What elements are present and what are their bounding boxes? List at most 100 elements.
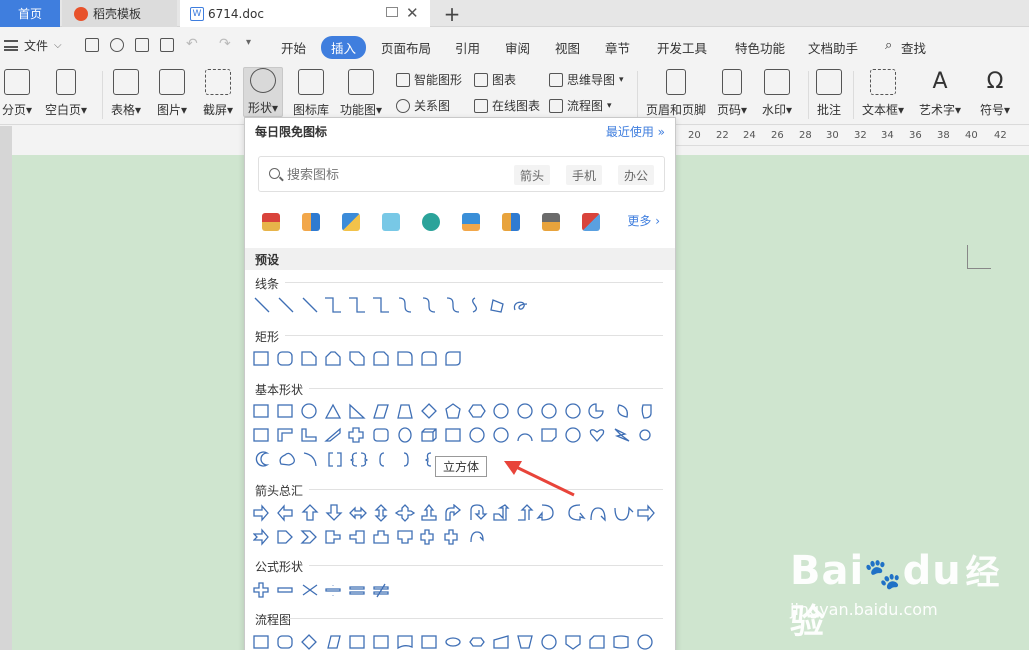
curved-up-arrow-shape[interactable] (590, 507, 606, 522)
comment-button[interactable]: 批注 (816, 69, 842, 118)
left-right-arrow-callout-shape[interactable] (420, 529, 434, 545)
trapezoid-shape[interactable] (397, 404, 413, 419)
can-shape[interactable] (398, 427, 412, 443)
chip-phone[interactable]: 手机 (566, 165, 603, 185)
vertical-text-box-shape[interactable] (277, 404, 293, 418)
flowchart-preparation-shape[interactable] (469, 637, 485, 647)
round-single-corner-rectangle-shape[interactable] (397, 351, 413, 366)
heart-shape[interactable] (589, 429, 605, 442)
online-chart-button[interactable]: 在线图表 (474, 97, 540, 114)
curved-double-arrow-connector-shape[interactable] (446, 297, 460, 313)
curved-connector-shape[interactable] (398, 297, 412, 313)
heptagon-shape[interactable] (493, 403, 509, 419)
no-symbol-shape[interactable] (493, 427, 509, 443)
sun-shape[interactable] (639, 429, 651, 441)
minus-shape[interactable] (277, 587, 293, 593)
cube-shape[interactable] (421, 428, 437, 442)
chip-arrow[interactable]: 箭头 (514, 165, 551, 185)
striped-right-arrow-shape[interactable] (637, 504, 655, 522)
print-preview-icon[interactable] (160, 38, 174, 52)
double-brace-shape[interactable] (350, 452, 368, 467)
octagon-shape[interactable] (517, 403, 533, 419)
pie-shape[interactable] (588, 403, 604, 419)
flowchart-manual-operation-shape[interactable] (517, 635, 533, 649)
diagonal-stripe-shape[interactable] (324, 427, 341, 442)
circular-arrow-shape[interactable] (470, 531, 484, 543)
undo-icon[interactable]: ↶ (186, 36, 198, 52)
symbol-button[interactable]: Ω 符号▾ (980, 69, 1010, 118)
lightning-bolt-shape[interactable] (614, 428, 630, 442)
menu-insert[interactable]: 插入 (321, 36, 367, 59)
redo-icon[interactable]: ↷ (219, 36, 231, 52)
chord-shape[interactable] (617, 404, 628, 418)
block-arc-shape[interactable] (517, 433, 533, 442)
flowchart-button[interactable]: 流程图 ▾ (549, 97, 612, 114)
smart-art-button[interactable]: 智能图形 (396, 71, 462, 88)
function-chart-button[interactable]: 功能图▾ (340, 69, 382, 118)
menu-review[interactable]: 审阅 (505, 38, 530, 57)
pen-tool-icon[interactable] (342, 213, 360, 231)
freeform-shape[interactable] (490, 299, 504, 313)
package-icon[interactable] (582, 213, 600, 231)
flowchart-summing-junction-shape[interactable] (637, 634, 653, 650)
curved-right-arrow-shape[interactable] (536, 504, 554, 521)
mind-map-button[interactable]: 思维导图 ▾ (549, 71, 624, 88)
left-arrow-callout-shape[interactable] (349, 530, 365, 544)
shape-button[interactable]: 形状▾ (243, 67, 284, 117)
moon-shape[interactable] (255, 451, 270, 467)
flowchart-document-shape[interactable] (397, 635, 413, 650)
scientist-icon[interactable] (542, 213, 560, 231)
tab-document[interactable]: W 6714.doc ✕ (180, 0, 430, 27)
left-up-arrow-shape[interactable] (493, 504, 510, 521)
chevron-shape[interactable] (300, 530, 317, 544)
half-frame-shape[interactable] (277, 428, 293, 442)
cross-shape[interactable] (348, 427, 364, 443)
scribble-shape[interactable] (513, 301, 528, 311)
flowchart-alternate-process-shape[interactable] (277, 635, 293, 649)
snip-same-side-rectangle-shape[interactable] (325, 351, 341, 366)
bent-up-arrow-shape[interactable] (518, 504, 534, 521)
flowchart-multidocument-shape[interactable] (421, 635, 437, 649)
menu-doc-assistant[interactable]: 文档助手 (808, 38, 858, 57)
dodecagon-shape[interactable] (565, 403, 581, 419)
icon-search-input[interactable] (287, 165, 487, 185)
bent-arrow-shape[interactable] (445, 504, 462, 521)
rounded-rectangle-shape[interactable] (277, 351, 293, 366)
flowchart-internal-storage-shape[interactable] (373, 635, 389, 649)
bevel-shape[interactable] (445, 428, 461, 442)
pentagon-shape[interactable] (445, 403, 461, 419)
up-down-arrow-shape[interactable] (374, 504, 388, 522)
menu-developer[interactable]: 开发工具 (657, 38, 707, 57)
menu-references[interactable]: 引用 (455, 38, 480, 57)
menu-view[interactable]: 视图 (555, 38, 580, 57)
left-right-up-arrow-shape[interactable] (421, 504, 437, 521)
quad-arrow-callout-shape[interactable] (444, 529, 458, 545)
flowchart-decision-shape[interactable] (301, 634, 317, 650)
menu-home[interactable]: 开始 (281, 38, 306, 57)
watermark-button[interactable]: 水印▾ (762, 69, 792, 118)
lock-icon[interactable] (382, 213, 400, 231)
more-icons-link[interactable]: 更多 › (627, 212, 660, 229)
left-right-arrow-shape[interactable] (349, 506, 367, 520)
menu-page-layout[interactable]: 页面布局 (381, 38, 431, 57)
blank-page-button[interactable]: 空白页▾ (45, 69, 87, 118)
flowchart-manual-input-shape[interactable] (493, 635, 509, 649)
left-bracket-shape[interactable] (379, 452, 385, 467)
new-tab-button[interactable]: + (442, 0, 462, 27)
screenshot-button[interactable]: 截屏▾ (203, 69, 233, 118)
round-diagonal-rectangle-shape[interactable] (445, 351, 461, 366)
smiley-face-shape[interactable] (565, 427, 581, 443)
rectangle-shape[interactable] (253, 351, 269, 366)
triangle-shape[interactable] (324, 403, 342, 419)
double-bracket-shape[interactable] (328, 452, 342, 467)
horizontal-ruler[interactable]: 20 22 24 26 28 30 32 34 36 38 40 42 (676, 126, 1029, 146)
textbox-button[interactable]: 文本框▾ (862, 69, 904, 118)
diamond-shape[interactable] (421, 403, 437, 419)
chip-office[interactable]: 办公 (618, 165, 655, 185)
right-arrow-shape[interactable] (253, 504, 269, 522)
text-box-shape[interactable] (253, 404, 269, 418)
icon-library-button[interactable]: 图标库 (293, 69, 329, 118)
pentagon-arrow-shape[interactable] (277, 530, 293, 544)
wordart-button[interactable]: A 艺术字▾ (919, 69, 961, 118)
snip-diagonal-rectangle-shape[interactable] (349, 351, 365, 366)
